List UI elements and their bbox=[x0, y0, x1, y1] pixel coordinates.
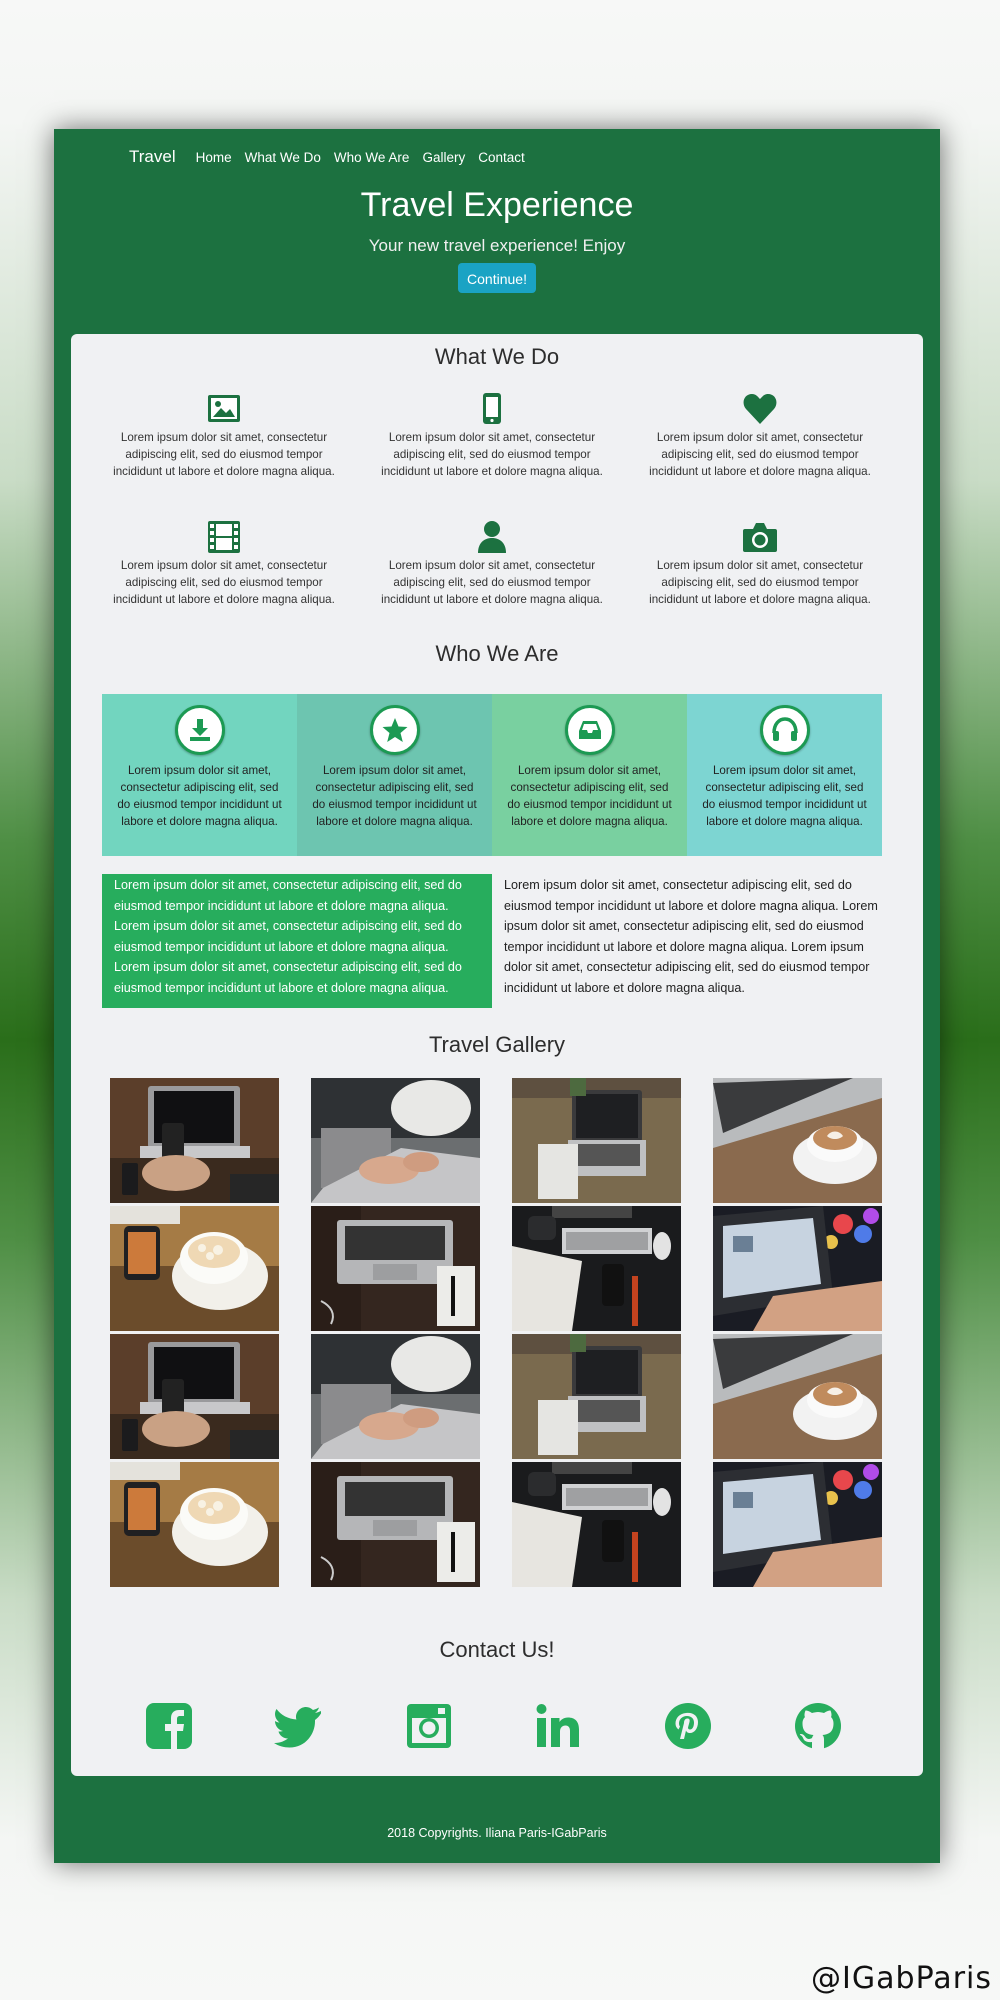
feature-item: Lorem ipsum dolor sit amet, consectetur … bbox=[378, 519, 606, 608]
film-icon bbox=[208, 521, 240, 553]
gallery-photo-image bbox=[713, 1206, 882, 1331]
watermark: @IGabParis bbox=[811, 1961, 992, 1996]
plain-text-box: Lorem ipsum dolor sit amet, consectetur … bbox=[504, 878, 878, 995]
gallery-photo[interactable] bbox=[110, 1334, 279, 1459]
gallery-photo[interactable] bbox=[713, 1078, 882, 1203]
gallery-photo-image bbox=[110, 1078, 279, 1203]
gallery-photo[interactable] bbox=[512, 1462, 681, 1587]
who-icon-circle bbox=[564, 705, 615, 755]
who-we-are-row: Lorem ipsum dolor sit amet, consectetur … bbox=[102, 694, 882, 856]
continue-button[interactable]: Continue! bbox=[458, 263, 536, 293]
heart-icon bbox=[743, 394, 777, 424]
facebook-icon[interactable] bbox=[144, 1701, 194, 1751]
nav-brand[interactable]: Travel bbox=[129, 147, 176, 167]
gallery-photo[interactable] bbox=[713, 1206, 882, 1331]
tablet-icon bbox=[483, 393, 501, 424]
gallery-title: Travel Gallery bbox=[428, 1032, 566, 1057]
github-icon[interactable] bbox=[793, 1701, 843, 1751]
who-icon-circle bbox=[174, 705, 225, 755]
gallery-photo-image bbox=[512, 1462, 681, 1587]
gallery-photo[interactable] bbox=[110, 1078, 279, 1203]
gallery-photo[interactable] bbox=[311, 1462, 480, 1587]
nav-link-contact[interactable]: Contact bbox=[478, 150, 525, 165]
gallery-photo-image bbox=[713, 1334, 882, 1459]
feature-item: Lorem ipsum dolor sit amet, consectetur … bbox=[646, 519, 874, 608]
hero-subtitle: Your new travel experience! Enjoy bbox=[368, 236, 626, 255]
navbar: Travel Home What We Do Who We Are Galler… bbox=[129, 142, 538, 172]
gallery-photo[interactable] bbox=[110, 1462, 279, 1587]
linkedin-icon[interactable] bbox=[533, 1701, 583, 1751]
camera-icon bbox=[743, 523, 777, 552]
gallery-photo[interactable] bbox=[311, 1078, 480, 1203]
nav-link-who-we-are[interactable]: Who We Are bbox=[334, 150, 410, 165]
nav-link-home[interactable]: Home bbox=[196, 150, 232, 165]
who-text: Lorem ipsum dolor sit amet, consectetur … bbox=[702, 764, 867, 828]
gallery-photo-image bbox=[110, 1334, 279, 1459]
gallery-photo-image bbox=[512, 1078, 681, 1203]
who-icon-circle bbox=[369, 705, 420, 755]
who-card: Lorem ipsum dolor sit amet, consectetur … bbox=[687, 694, 882, 856]
feature-item: Lorem ipsum dolor sit amet, consectetur … bbox=[110, 391, 338, 480]
page-frame: Travel Home What We Do Who We Are Galler… bbox=[54, 129, 940, 1863]
feature-item: Lorem ipsum dolor sit amet, consectetur … bbox=[110, 519, 338, 608]
gallery-photo-image bbox=[713, 1078, 882, 1203]
footer-copyright: 2018 Copyrights. Iliana Paris-IGabParis bbox=[387, 1826, 607, 1840]
gallery-photo-image bbox=[110, 1206, 279, 1331]
feature-text: Lorem ipsum dolor sit amet, consectetur … bbox=[381, 559, 603, 606]
headphones-icon bbox=[771, 717, 798, 741]
gallery-photo[interactable] bbox=[713, 1462, 882, 1587]
who-card: Lorem ipsum dolor sit amet, consectetur … bbox=[297, 694, 492, 856]
contact-title: Contact Us! bbox=[439, 1637, 555, 1662]
feature-item: Lorem ipsum dolor sit amet, consectetur … bbox=[378, 391, 606, 480]
who-text: Lorem ipsum dolor sit amet, consectetur … bbox=[117, 764, 282, 828]
download-icon bbox=[189, 719, 210, 741]
hero-title: Travel Experience bbox=[360, 186, 634, 224]
feature-text: Lorem ipsum dolor sit amet, consectetur … bbox=[113, 431, 335, 478]
gallery-photo-image bbox=[512, 1206, 681, 1331]
star-icon bbox=[382, 718, 407, 742]
gallery-photo[interactable] bbox=[110, 1206, 279, 1331]
gallery-photo[interactable] bbox=[512, 1078, 681, 1203]
feature-item: Lorem ipsum dolor sit amet, consectetur … bbox=[646, 391, 874, 480]
who-text: Lorem ipsum dolor sit amet, consectetur … bbox=[312, 764, 477, 828]
instagram-icon[interactable] bbox=[404, 1701, 454, 1751]
gallery-photo-image bbox=[110, 1462, 279, 1587]
nav-link-gallery[interactable]: Gallery bbox=[422, 150, 465, 165]
who-we-are-title: Who We Are bbox=[435, 641, 559, 666]
gallery-photo-image bbox=[311, 1334, 480, 1459]
gallery-photo-image bbox=[311, 1078, 480, 1203]
feature-text: Lorem ipsum dolor sit amet, consectetur … bbox=[649, 431, 871, 478]
feature-text: Lorem ipsum dolor sit amet, consectetur … bbox=[381, 431, 603, 478]
user-icon bbox=[478, 521, 506, 553]
gallery-photo-image bbox=[311, 1462, 480, 1587]
who-card: Lorem ipsum dolor sit amet, consectetur … bbox=[102, 694, 297, 856]
feature-text: Lorem ipsum dolor sit amet, consectetur … bbox=[113, 559, 335, 606]
gallery-photo-image bbox=[311, 1206, 480, 1331]
who-icon-circle bbox=[759, 705, 810, 755]
who-text: Lorem ipsum dolor sit amet, consectetur … bbox=[507, 764, 672, 828]
pinterest-icon[interactable] bbox=[663, 1701, 713, 1751]
inbox-icon bbox=[578, 721, 601, 739]
gallery-photo[interactable] bbox=[512, 1206, 681, 1331]
image-icon bbox=[208, 395, 240, 422]
what-we-do-title: What We Do bbox=[434, 344, 560, 369]
who-card: Lorem ipsum dolor sit amet, consectetur … bbox=[492, 694, 687, 856]
gallery-photo-image bbox=[512, 1334, 681, 1459]
gallery-photo[interactable] bbox=[713, 1334, 882, 1459]
gallery-photo-image bbox=[713, 1462, 882, 1587]
gallery-photo[interactable] bbox=[311, 1206, 480, 1331]
gallery-photo[interactable] bbox=[512, 1334, 681, 1459]
green-text-box: Lorem ipsum dolor sit amet, consectetur … bbox=[102, 874, 492, 1008]
twitter-icon[interactable] bbox=[274, 1701, 324, 1751]
feature-text: Lorem ipsum dolor sit amet, consectetur … bbox=[649, 559, 871, 606]
nav-link-what-we-do[interactable]: What We Do bbox=[245, 150, 321, 165]
gallery-photo[interactable] bbox=[311, 1334, 480, 1459]
content-card: What We Do Lorem ipsum dolor sit amet, c… bbox=[71, 334, 923, 1776]
